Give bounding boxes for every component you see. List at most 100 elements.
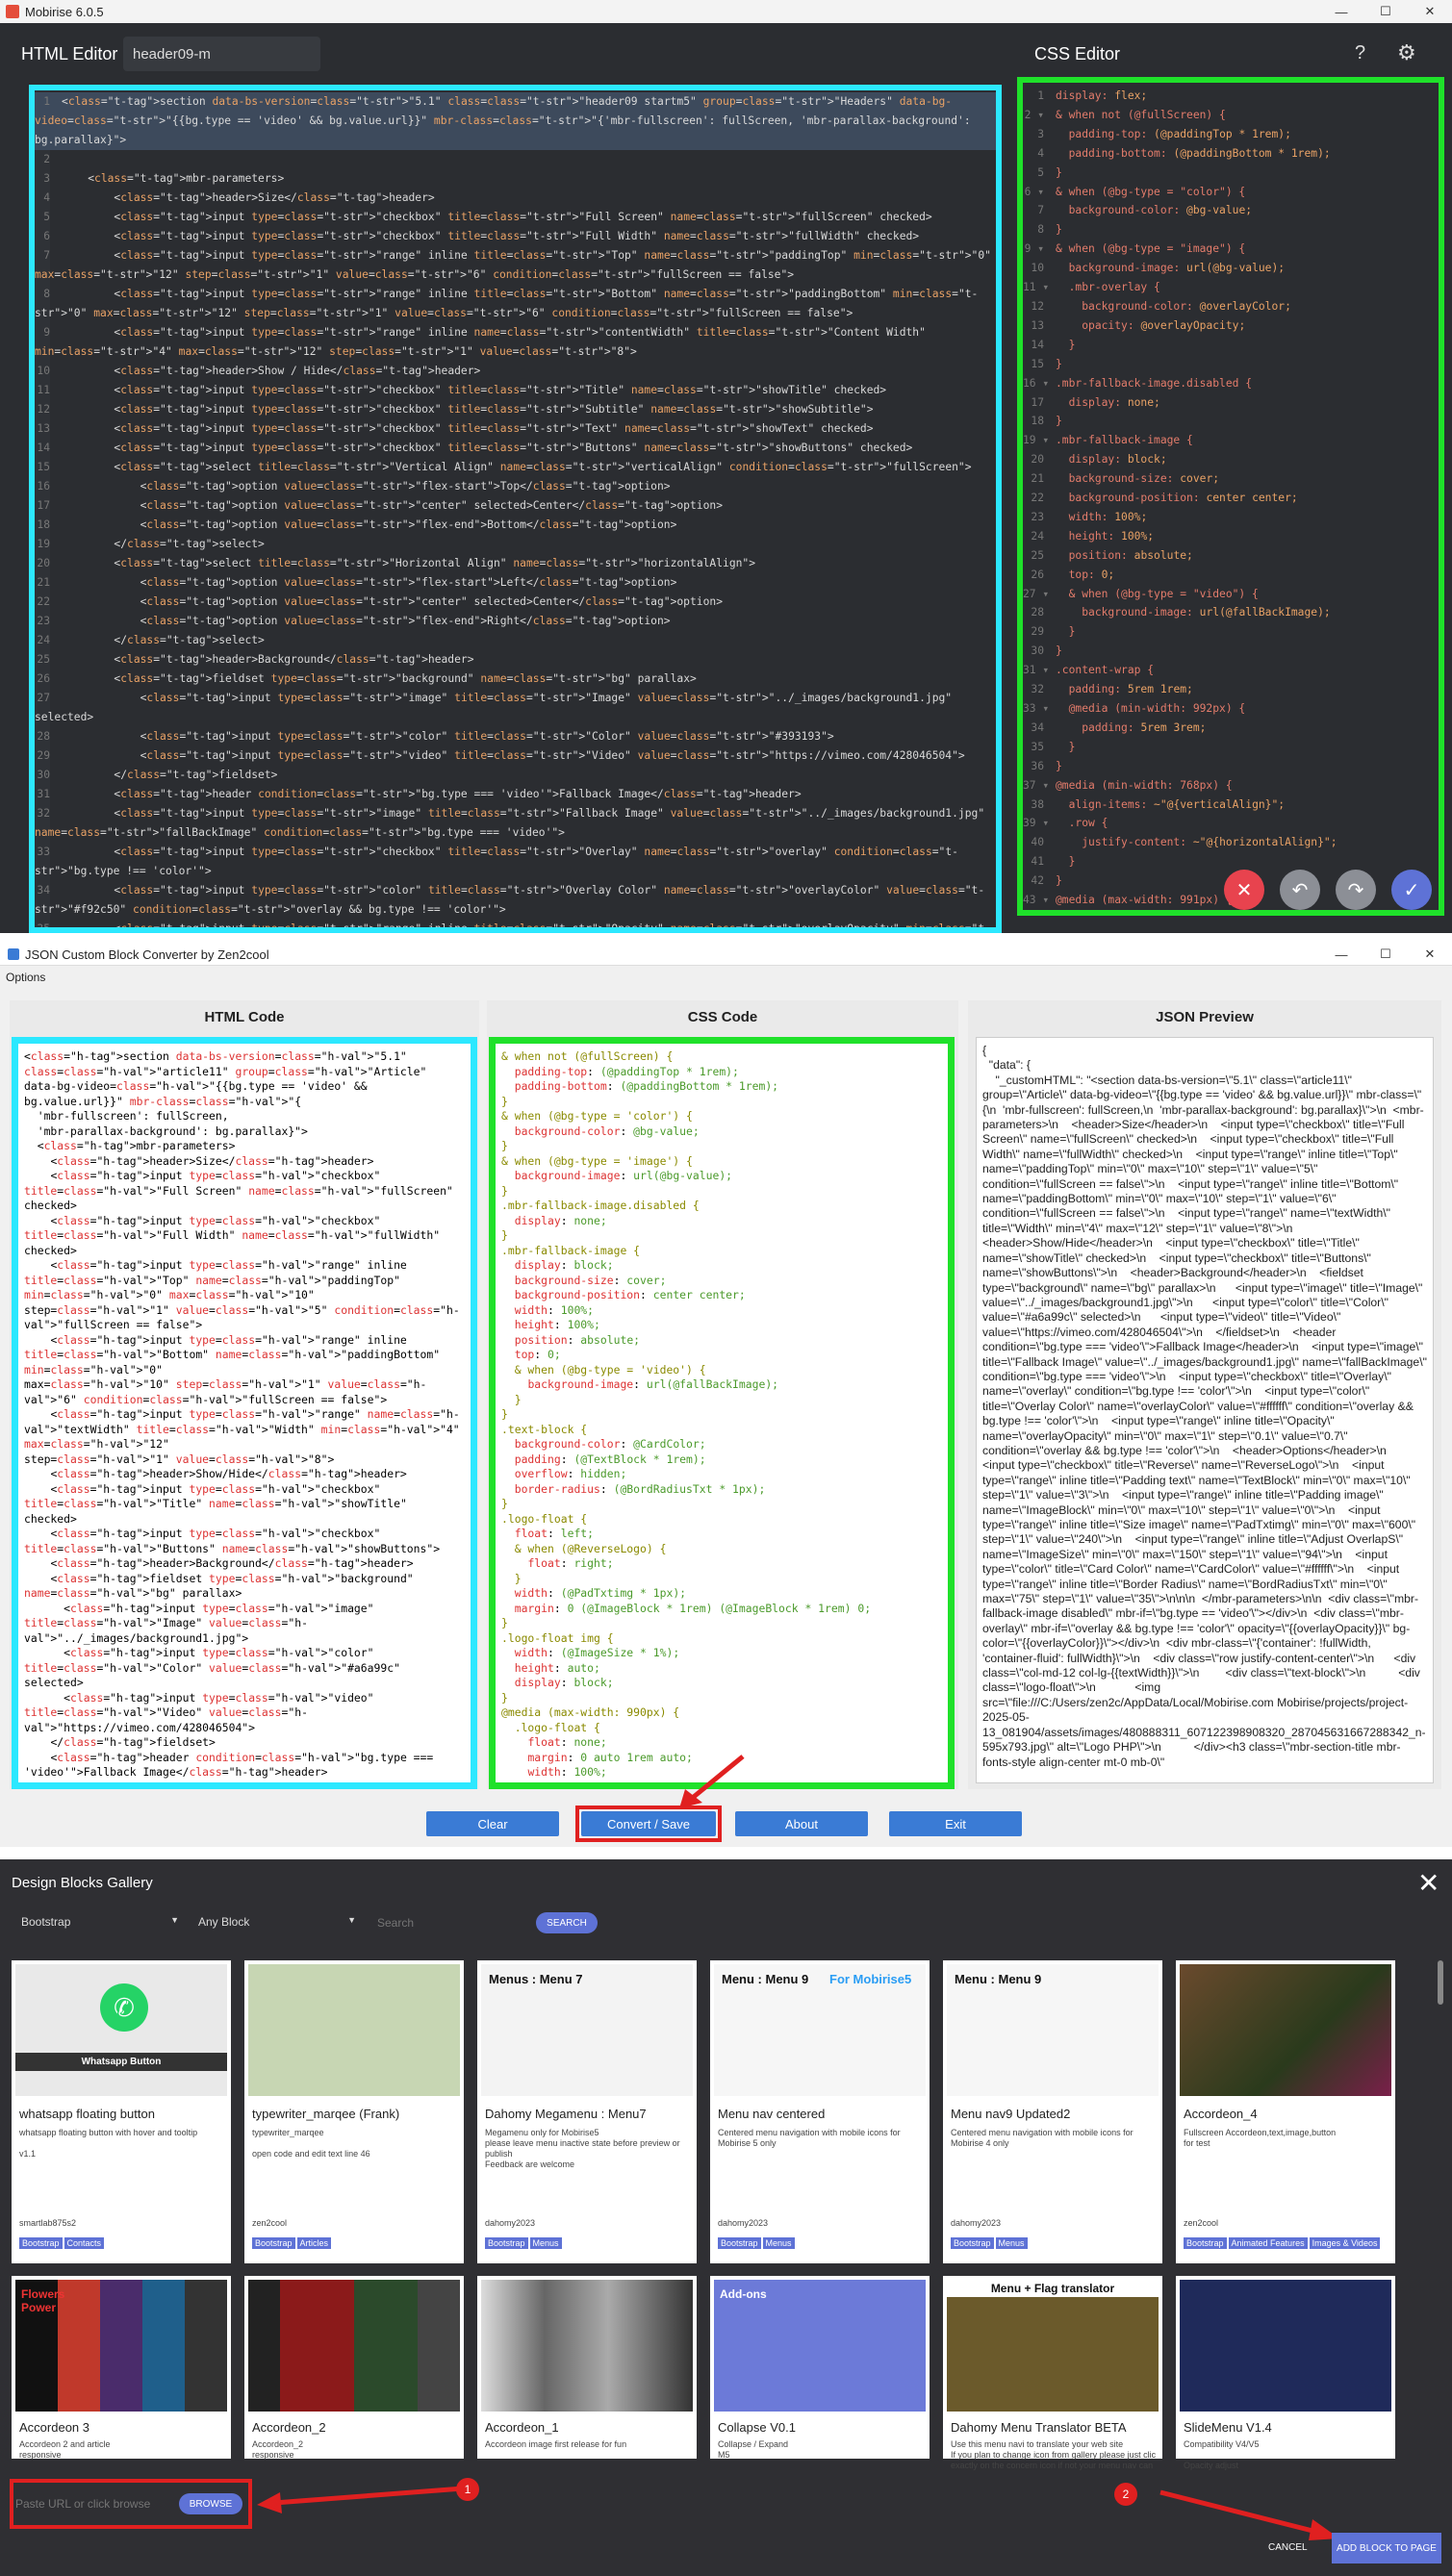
css-code-line[interactable]: 35 } [1023, 738, 1337, 757]
category-tag[interactable]: Bootstrap [252, 2237, 295, 2249]
block-thumbnail[interactable]: Menu : Menu 9 For Mobirise5 [714, 1964, 926, 2096]
html-code-line[interactable]: 2 [35, 150, 996, 169]
gallery-close-icon[interactable]: ✕ [1417, 1867, 1439, 1899]
block-thumbnail[interactable] [481, 2280, 693, 2412]
css-code-line[interactable]: 44 ▾ .content-wrap { [1023, 910, 1337, 911]
html-code-line[interactable]: 20 <class="t-tag">select title=class="t-… [35, 554, 996, 573]
theme-select[interactable]: Bootstrap ▼ [15, 1911, 185, 1934]
html-code-line[interactable]: 33 <class="t-tag">input type=class="t-st… [35, 843, 996, 881]
html-code-line[interactable]: 16 <class="t-tag">option value=class="t-… [35, 477, 996, 496]
css-code-line[interactable]: 23 width: 100%; [1023, 508, 1337, 527]
block-card[interactable]: Menu : Menu 9 Menu nav9 Updated2 Centered … [943, 1960, 1162, 2263]
save-fab-button[interactable]: ✓ [1391, 870, 1432, 910]
html-code-line[interactable]: 9 <class="t-tag">input type=class="t-str… [35, 323, 996, 362]
block-thumbnail[interactable] [248, 2280, 460, 2412]
css-code-line[interactable]: 37 ▾ @media (min-width: 768px) { [1023, 776, 1337, 796]
css-code-line[interactable]: 24 height: 100%; [1023, 527, 1337, 546]
add-block-to-page-button[interactable]: ADD BLOCK TO PAGE [1332, 2533, 1441, 2563]
css-code-line[interactable]: 15} [1023, 355, 1337, 374]
options-menu[interactable]: Options [6, 971, 45, 984]
block-thumbnail[interactable] [1180, 1964, 1391, 2096]
block-thumbnail[interactable] [248, 1964, 460, 2096]
category-tag[interactable]: Bootstrap [951, 2237, 994, 2249]
html-code-line[interactable]: 34 <class="t-tag">input type=class="t-st… [35, 881, 996, 920]
block-card[interactable]: Accordeon_4 Fullscreen Accordeon,text,ima… [1176, 1960, 1395, 2263]
css-code-line[interactable]: 13 opacity: @overlayOpacity; [1023, 316, 1337, 336]
html-code-line[interactable]: 12 <class="t-tag">input type=class="t-st… [35, 400, 996, 419]
redo-fab-button[interactable]: ↷ [1336, 870, 1376, 910]
css-code-line[interactable]: 32 padding: 5rem 1rem; [1023, 680, 1337, 699]
css-code-line[interactable]: 26 top: 0; [1023, 566, 1337, 585]
block-thumbnail[interactable]: Menu : Menu 9 [947, 1964, 1159, 2096]
html-code-line[interactable]: 4 <class="t-tag">header>Size</class="t-t… [35, 189, 996, 208]
cancel-button[interactable]: CANCEL [1268, 2542, 1308, 2553]
html-code-line[interactable]: 23 <class="t-tag">option value=class="t-… [35, 612, 996, 631]
css-code-line[interactable]: 5} [1023, 164, 1337, 183]
css-code-line[interactable]: 12 background-color: @overlayColor; [1023, 297, 1337, 316]
css-code-line[interactable]: 39 ▾ .row { [1023, 814, 1337, 833]
css-code-line[interactable]: 17 display: none; [1023, 393, 1337, 413]
css-code-line[interactable]: 7 background-color: @bg-value; [1023, 201, 1337, 220]
category-tag[interactable]: Contacts [64, 2237, 105, 2249]
css-code-line[interactable]: 40 justify-content: ~"@{horizontalAlign}… [1023, 833, 1337, 852]
maximize-icon[interactable]: ☐ [1363, 0, 1408, 23]
css-code-line[interactable]: 29 } [1023, 622, 1337, 642]
css-code-line[interactable]: 18} [1023, 412, 1337, 431]
html-code-line[interactable]: 35 <class="t-tag">input type=class="t-st… [35, 920, 996, 927]
cancel-fab-button[interactable]: ✕ [1224, 870, 1264, 910]
block-card[interactable]: typewriter_marqee (Frank) typewriter_marq… [244, 1960, 464, 2263]
block-card[interactable]: Flowers Power Accordeon 3 Accordeon 2 and … [12, 2276, 231, 2460]
exit-button[interactable]: Exit [889, 1811, 1022, 1836]
css-code-line[interactable]: 27 ▾ & when (@bg-type = "video") { [1023, 585, 1337, 604]
css-code-line[interactable]: 38 align-items: ~"@{verticalAlign}"; [1023, 796, 1337, 815]
html-code-line[interactable]: 25 <class="t-tag">header>Background</cla… [35, 650, 996, 669]
html-code-line[interactable]: 14 <class="t-tag">input type=class="t-st… [35, 439, 996, 458]
block-card[interactable]: Menu : Menu 9 For Mobirise5 Menu nav cente… [710, 1960, 930, 2263]
html-code-line[interactable]: 30 </class="t-tag">fieldset> [35, 766, 996, 785]
css-code-line[interactable]: 19 ▾ .mbr-fallback-image { [1023, 431, 1337, 450]
block-card[interactable]: Accordeon_1 Accordeon image first release… [477, 2276, 697, 2459]
html-code-editor[interactable]: 1 <class="t-tag">section data-bs-version=… [29, 85, 1002, 933]
block-name-input[interactable] [123, 37, 320, 71]
html-code-line[interactable]: 5 <class="t-tag">input type=class="t-str… [35, 208, 996, 227]
browse-button[interactable]: BROWSE [179, 2493, 242, 2514]
url-input[interactable] [15, 2492, 169, 2515]
html-code-line[interactable]: 6 <class="t-tag">input type=class="t-str… [35, 227, 996, 246]
minimize-icon[interactable]: — [1319, 0, 1363, 23]
block-thumbnail[interactable]: Menus : Menu 7 [481, 1964, 693, 2096]
category-tag[interactable]: Bootstrap [718, 2237, 761, 2249]
css-code-line[interactable]: 30} [1023, 642, 1337, 661]
block-thumbnail[interactable]: Flowers Power [15, 2280, 227, 2412]
css-code-text[interactable]: & when not (@fullScreen) { padding-top: … [496, 1044, 948, 1782]
gallery-scrollbar[interactable] [1438, 1960, 1443, 2005]
clear-button[interactable]: Clear [426, 1811, 559, 1836]
html-code-line[interactable]: 24 </class="t-tag">select> [35, 631, 996, 650]
html-code-line[interactable]: 13 <class="t-tag">input type=class="t-st… [35, 419, 996, 439]
category-tag[interactable]: Animated Features [1228, 2237, 1308, 2249]
undo-fab-button[interactable]: ↶ [1280, 870, 1320, 910]
gallery-search-input[interactable] [371, 1911, 533, 1934]
search-button[interactable]: SEARCH [536, 1912, 598, 1933]
block-type-select[interactable]: Any Block ▼ [192, 1911, 362, 1934]
html-code-line[interactable]: 18 <class="t-tag">option value=class="t-… [35, 516, 996, 535]
html-code-line[interactable]: 10 <class="t-tag">header>Show / Hide</cl… [35, 362, 996, 381]
block-card[interactable]: Menus : Menu 7 Dahomy Megamenu : Menu7 Meg… [477, 1960, 697, 2263]
css-code-line[interactable]: 20 display: block; [1023, 450, 1337, 469]
category-tag[interactable]: Bootstrap [485, 2237, 528, 2249]
html-code-line[interactable]: 31 <class="t-tag">header condition=class… [35, 785, 996, 804]
css-code-line[interactable]: 22 background-position: center center; [1023, 489, 1337, 508]
css-code-line[interactable]: 28 background-image: url(@fallBackImage)… [1023, 603, 1337, 622]
css-code-line[interactable]: 16 ▾ .mbr-fallback-image.disabled { [1023, 374, 1337, 393]
html-code-line[interactable]: 11 <class="t-tag">input type=class="t-st… [35, 381, 996, 400]
json-preview-box[interactable]: { "data": { "_customHTML": "<section dat… [976, 1037, 1434, 1783]
block-thumbnail[interactable]: Menu + Flag translator [947, 2280, 1159, 2412]
block-thumbnail[interactable]: Add-ons [714, 2280, 926, 2412]
json-preview-text[interactable]: { "data": { "_customHTML": "<section dat… [977, 1038, 1433, 1776]
block-card[interactable]: SlideMenu V1.4 Compatibility V4/V5 Opacit… [1176, 2276, 1395, 2470]
category-tag[interactable]: Bootstrap [1184, 2237, 1227, 2249]
close-icon[interactable]: ✕ [1408, 943, 1452, 966]
block-card[interactable]: Add-ons Collapse V0.1 Collapse / Expand M5 [710, 2276, 930, 2460]
category-tag[interactable]: Menus [762, 2237, 795, 2249]
html-code-line[interactable]: 29 <class="t-tag">input type=class="t-st… [35, 746, 996, 766]
css-code-line[interactable]: 8} [1023, 220, 1337, 240]
